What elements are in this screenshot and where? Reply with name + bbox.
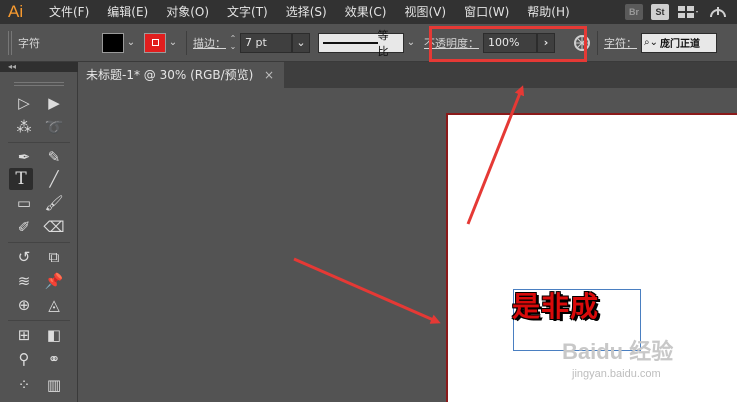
tools-grip[interactable] (14, 82, 64, 86)
canvas-area[interactable]: 是非成 Baidu 经验 jingyan.baidu.com (78, 88, 737, 402)
illustrator-window: Ai 文件(F) 编辑(E) 对象(O) 文字(T) 选择(S) 效果(C) 视… (0, 0, 737, 402)
font-family-field[interactable]: ⌕⌄ 庞门正道 (641, 32, 717, 53)
menubar-right: Br St (625, 0, 737, 24)
stroke-stepper-icon[interactable]: ⌃ ⌄ (226, 33, 240, 53)
fill-swatch[interactable] (102, 32, 124, 53)
direct-selection-tool-icon[interactable]: ▶ (42, 92, 66, 114)
stroke-profile-dropdown-icon[interactable]: ⌄ (404, 33, 418, 53)
magic-wand-tool-icon[interactable]: ⁂ (12, 116, 36, 138)
opacity-highlight-box (429, 26, 587, 62)
stroke-dropdown-icon[interactable]: ⌄ (166, 33, 180, 53)
divider (186, 30, 187, 55)
close-icon[interactable]: × (264, 62, 274, 88)
search-icon: ⌕⌄ (644, 37, 658, 48)
paintbrush-tool-icon[interactable]: 🖌 (42, 192, 66, 214)
control-bar: 字符 ⌄ ⌄ 描边： ⌃ ⌄ 7 pt ⌄ 等比 ⌄ 不透明度： 100% › 字… (0, 24, 737, 62)
shaper-tool-icon[interactable]: ✐ (12, 216, 36, 238)
menu-edit[interactable]: 编辑(E) (98, 0, 157, 24)
panel-grip[interactable] (8, 30, 12, 55)
selection-tool-icon[interactable]: ▷ (12, 92, 36, 114)
curvature-tool-icon[interactable]: ✎ (42, 146, 66, 168)
stroke-profile-label: 等比 (377, 28, 389, 58)
font-family-value: 庞门正道 (659, 39, 700, 50)
eyedropper-tool-icon[interactable]: ⚲ (12, 348, 36, 370)
divider (8, 142, 70, 143)
type-tool-icon[interactable]: T (9, 168, 33, 190)
menu-window[interactable]: 窗口(W) (455, 0, 518, 24)
column-graph-tool-icon[interactable]: ▥ (42, 374, 66, 396)
menu-view[interactable]: 视图(V) (395, 0, 455, 24)
scale-tool-icon[interactable]: ⧉ (42, 246, 66, 268)
blend-tool-icon[interactable]: ⚭ (42, 348, 66, 370)
divider (8, 242, 70, 243)
lasso-tool-icon[interactable]: ➰ (42, 116, 66, 138)
menu-file[interactable]: 文件(F) (40, 0, 98, 24)
line-tool-icon[interactable]: ╱ (42, 168, 66, 190)
tools-panel: ▷ ▶ ⁂ ➰ ✒ ✎ T ╱ ▭ 🖌 ✐ ⌫ ↺ ⧉ ≋ 📌 ⊕ ◬ ⊞ ◧ … (0, 72, 78, 402)
shape-builder-tool-icon[interactable]: ⊕ (12, 294, 36, 316)
puppet-warp-tool-icon[interactable]: 📌 (42, 270, 66, 292)
stock-button[interactable]: St (651, 4, 669, 20)
document-tab-bar: 未标题-1* @ 30% (RGB/预览) × (78, 62, 737, 88)
gradient-tool-icon[interactable]: ◧ (42, 324, 66, 346)
perspective-grid-tool-icon[interactable]: ◬ (42, 294, 66, 316)
stroke-swatch[interactable] (144, 32, 166, 53)
app-logo: Ai (8, 2, 24, 21)
menu-object[interactable]: 对象(O) (157, 0, 218, 24)
tools-collapse-toggle[interactable]: ◂◂ (0, 62, 78, 72)
stroke-weight-field[interactable]: 7 pt (240, 32, 292, 53)
sync-icon[interactable] (707, 3, 729, 21)
pen-tool-icon[interactable]: ✒ (12, 146, 36, 168)
menu-bar: Ai 文件(F) 编辑(E) 对象(O) 文字(T) 选择(S) 效果(C) 视… (0, 0, 737, 24)
menu-select[interactable]: 选择(S) (277, 0, 336, 24)
canvas-text[interactable]: 是非成 (512, 285, 599, 325)
eraser-tool-icon[interactable]: ⌫ (42, 216, 66, 238)
mesh-tool-icon[interactable]: ⊞ (12, 324, 36, 346)
character-label[interactable]: 字符： (604, 35, 637, 51)
document-tab[interactable]: 未标题-1* @ 30% (RGB/预览) × (78, 62, 284, 88)
divider (8, 320, 70, 321)
watermark-logo: Baidu 经验 (562, 339, 674, 364)
fill-dropdown-icon[interactable]: ⌄ (124, 33, 138, 53)
watermark-url: jingyan.baidu.com (572, 368, 661, 380)
bridge-button[interactable]: Br (625, 4, 643, 20)
document-tab-title: 未标题-1* @ 30% (RGB/预览) (86, 68, 254, 82)
symbol-sprayer-tool-icon[interactable]: ⁘ (12, 374, 36, 396)
width-tool-icon[interactable]: ≋ (12, 270, 36, 292)
rectangle-tool-icon[interactable]: ▭ (12, 192, 36, 214)
stroke-weight-dropdown-icon[interactable]: ⌄ (292, 32, 310, 53)
menu-help[interactable]: 帮助(H) (518, 0, 578, 24)
workspace-grid-icon[interactable] (677, 4, 699, 20)
stroke-profile-preview (323, 41, 378, 44)
divider (597, 30, 598, 55)
panel-title: 字符 (18, 36, 40, 50)
menu-effect[interactable]: 效果(C) (336, 0, 396, 24)
rotate-tool-icon[interactable]: ↺ (12, 246, 36, 268)
stroke-profile-select[interactable]: 等比 (318, 29, 404, 58)
menu-type[interactable]: 文字(T) (218, 0, 277, 24)
stroke-label: 描边： (193, 36, 226, 50)
